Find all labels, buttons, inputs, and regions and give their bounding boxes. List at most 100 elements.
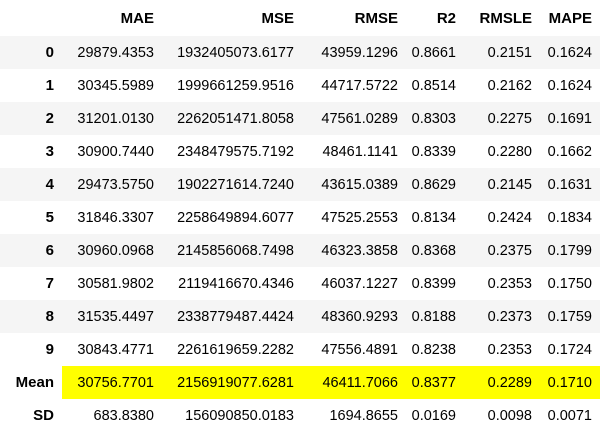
cell-mape: 0.1624 bbox=[547, 77, 592, 94]
cell-rmse: 48461.1141 bbox=[322, 143, 398, 160]
cell-mape: 0.0071 bbox=[540, 399, 600, 432]
row-index: 0 bbox=[45, 44, 54, 61]
cell-r2: 0.8339 bbox=[411, 143, 456, 160]
cell-rmsle: 0.2162 bbox=[487, 77, 532, 94]
table-row-fold-4: 4 29473.5750 1902271614.7240 43615.0389 … bbox=[0, 168, 600, 201]
cell-rmsle: 0.2280 bbox=[487, 143, 532, 160]
cell-rmsle: 0.2275 bbox=[487, 110, 532, 127]
cell-rmsle: 0.2289 bbox=[464, 366, 540, 399]
cell-r2: 0.8629 bbox=[411, 176, 456, 193]
cell-mape: 0.1710 bbox=[540, 366, 600, 399]
cell-mape: 0.1834 bbox=[547, 209, 592, 226]
cell-mape: 0.1662 bbox=[547, 143, 592, 160]
row-index: 7 bbox=[45, 275, 54, 292]
cell-r2: 0.8377 bbox=[406, 366, 464, 399]
header-row: MAE MSE RMSE R2 RMSLE MAPE bbox=[0, 0, 600, 36]
cell-mse: 2262051471.8058 bbox=[177, 110, 294, 127]
cell-mae: 30960.0968 bbox=[77, 242, 154, 259]
cell-rmsle: 0.2373 bbox=[487, 308, 532, 325]
cell-r2: 0.8514 bbox=[411, 77, 456, 94]
table-row-fold-8: 8 31535.4497 2338779487.4424 48360.9293 … bbox=[0, 300, 600, 333]
cell-mae: 683.8380 bbox=[62, 399, 162, 432]
row-index: Mean bbox=[15, 374, 54, 391]
cell-mse: 2119416670.4346 bbox=[178, 275, 294, 292]
cell-mae: 31201.0130 bbox=[77, 110, 154, 127]
cell-r2: 0.8238 bbox=[411, 341, 456, 358]
row-index: 4 bbox=[45, 176, 54, 193]
cell-rmse: 44717.5722 bbox=[321, 77, 398, 94]
cell-mse: 2156919077.6281 bbox=[162, 366, 302, 399]
cell-mape: 0.1799 bbox=[547, 242, 592, 259]
column-header-rmse: RMSE bbox=[354, 9, 398, 27]
cell-mae: 29473.5750 bbox=[77, 176, 154, 193]
cell-mape: 0.1724 bbox=[547, 341, 592, 358]
cell-mae: 31846.3307 bbox=[77, 209, 154, 226]
row-index: 5 bbox=[45, 209, 54, 226]
table-row-fold-3: 3 30900.7440 2348479575.7192 48461.1141 … bbox=[0, 135, 600, 168]
table-row-sd: SD 683.8380 156090850.0183 1694.8655 0.0… bbox=[0, 399, 600, 432]
cell-rmse: 48360.9293 bbox=[321, 308, 398, 325]
row-index: 1 bbox=[45, 77, 54, 94]
table-row-fold-5: 5 31846.3307 2258649894.6077 47525.2553 … bbox=[0, 201, 600, 234]
table-row-fold-6: 6 30960.0968 2145856068.7498 46323.3858 … bbox=[0, 234, 600, 267]
cell-mse: 2258649894.6077 bbox=[177, 209, 294, 226]
cell-mape: 0.1750 bbox=[547, 275, 592, 292]
cell-mae: 30581.9802 bbox=[77, 275, 154, 292]
cell-mse: 1999661259.9516 bbox=[177, 77, 294, 94]
cell-r2: 0.8134 bbox=[411, 209, 456, 226]
row-index: 9 bbox=[45, 341, 54, 358]
table-row-fold-0: 0 29879.4353 1932405073.6177 43959.1296 … bbox=[0, 36, 600, 69]
cell-r2: 0.8399 bbox=[411, 275, 456, 292]
cell-rmsle: 0.2424 bbox=[487, 209, 532, 226]
cell-mse: 2261619659.2282 bbox=[177, 341, 294, 358]
cell-mse: 2338779487.4424 bbox=[177, 308, 294, 325]
cell-rmse: 43959.1296 bbox=[321, 44, 398, 61]
cell-r2: 0.8368 bbox=[411, 242, 456, 259]
cell-mape: 0.1691 bbox=[547, 110, 592, 127]
cell-mape: 0.1624 bbox=[547, 44, 592, 61]
cell-mse: 1932405073.6177 bbox=[177, 44, 294, 61]
cell-rmse: 43615.0389 bbox=[321, 176, 398, 193]
cell-mse: 156090850.0183 bbox=[162, 399, 302, 432]
cell-rmse: 47525.2553 bbox=[321, 209, 398, 226]
cell-mse: 2145856068.7498 bbox=[177, 242, 294, 259]
cell-rmse: 1694.8655 bbox=[302, 399, 406, 432]
cell-rmsle: 0.2145 bbox=[487, 176, 532, 193]
index-header bbox=[0, 0, 62, 36]
column-header-mae: MAE bbox=[120, 9, 154, 27]
cell-mae: 30756.7701 bbox=[62, 366, 162, 399]
table-row-fold-7: 7 30581.9802 2119416670.4346 46037.1227 … bbox=[0, 267, 600, 300]
cell-rmse: 47561.0289 bbox=[321, 110, 398, 127]
cell-mae: 31535.4497 bbox=[77, 308, 154, 325]
cell-r2: 0.8303 bbox=[411, 110, 456, 127]
cell-rmsle: 0.2151 bbox=[487, 44, 532, 61]
cell-mae: 30900.7440 bbox=[77, 143, 154, 160]
row-index: 3 bbox=[45, 143, 54, 160]
cell-mape: 0.1631 bbox=[547, 176, 592, 193]
cell-rmsle: 0.2353 bbox=[487, 275, 532, 292]
row-index: SD bbox=[33, 407, 54, 424]
cell-rmsle: 0.2353 bbox=[487, 341, 532, 358]
cell-r2: 0.8661 bbox=[411, 44, 456, 61]
cell-mae: 30843.4771 bbox=[77, 341, 154, 358]
table-row-fold-1: 1 30345.5989 1999661259.9516 44717.5722 … bbox=[0, 69, 600, 102]
table-row-fold-9: 9 30843.4771 2261619659.2282 47556.4891 … bbox=[0, 333, 600, 366]
row-index: 6 bbox=[45, 242, 54, 259]
row-index: 2 bbox=[45, 110, 54, 127]
column-header-mse: MSE bbox=[261, 9, 294, 27]
cell-rmse: 46411.7066 bbox=[302, 366, 406, 399]
cv-results-table: MAE MSE RMSE R2 RMSLE MAPE 0 29879.4353 … bbox=[0, 0, 600, 432]
cell-rmsle: 0.0098 bbox=[464, 399, 540, 432]
cell-rmsle: 0.2375 bbox=[487, 242, 532, 259]
cell-mape: 0.1759 bbox=[547, 308, 592, 325]
cell-r2: 0.8188 bbox=[411, 308, 456, 325]
column-header-mape: MAPE bbox=[548, 9, 592, 27]
column-header-rmsle: RMSLE bbox=[479, 9, 533, 27]
cell-mse: 1902271614.7240 bbox=[177, 176, 294, 193]
results-table-container: MAE MSE RMSE R2 RMSLE MAPE 0 29879.4353 … bbox=[0, 0, 600, 434]
cell-mae: 30345.5989 bbox=[77, 77, 154, 94]
cell-mae: 29879.4353 bbox=[77, 44, 154, 61]
table-row-mean: Mean 30756.7701 2156919077.6281 46411.70… bbox=[0, 366, 600, 399]
cell-r2: 0.0169 bbox=[406, 399, 464, 432]
table-row-fold-2: 2 31201.0130 2262051471.8058 47561.0289 … bbox=[0, 102, 600, 135]
